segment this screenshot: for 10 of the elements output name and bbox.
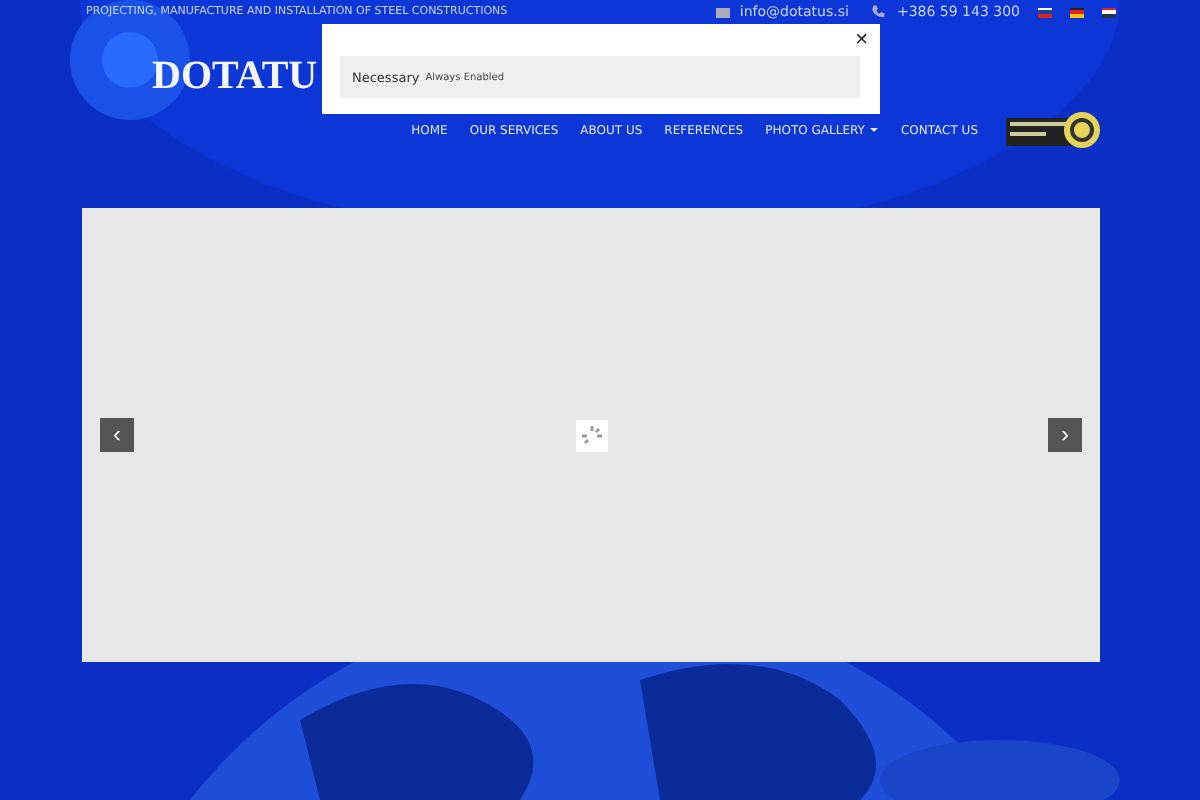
mail-icon [715,7,730,17]
next-button[interactable]: › [1048,418,1082,452]
close-button[interactable]: × [851,28,872,52]
previous-button[interactable]: ‹ [100,418,134,452]
flag-icon[interactable] [1102,7,1116,17]
flag-icon[interactable] [1070,7,1084,17]
award-badge-icon [1006,110,1102,150]
phone-icon [870,4,887,20]
logo[interactable]: DOTATU [152,53,318,99]
flag-icon[interactable] [1038,7,1052,17]
